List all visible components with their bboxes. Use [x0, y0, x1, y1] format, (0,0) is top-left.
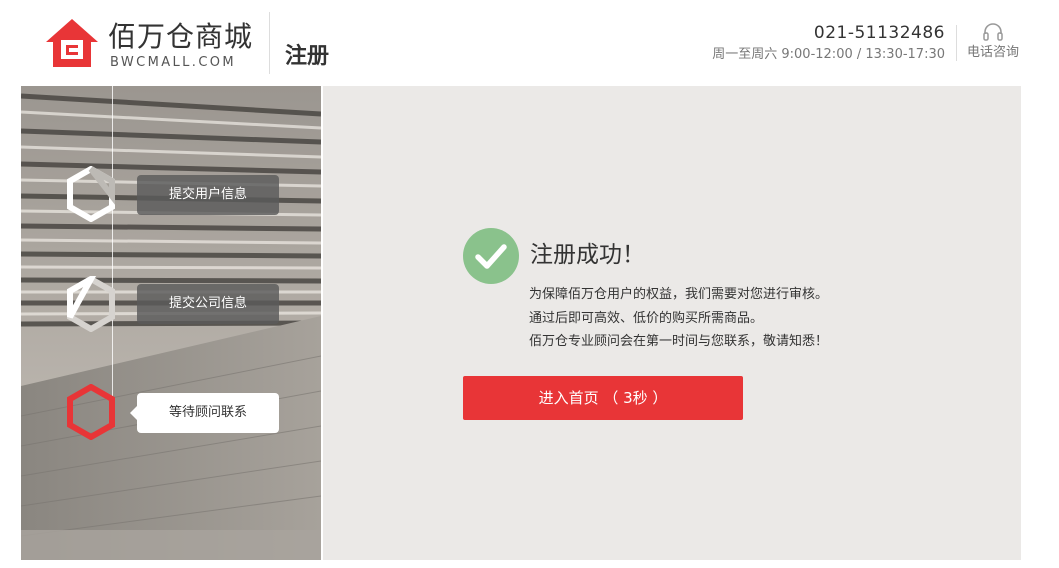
step-submit-user-info: 提交用户信息	[137, 175, 279, 215]
go-home-button[interactable]: 进入首页 （ 3秒 ）	[463, 376, 743, 420]
phone-number: 021-51132486	[813, 23, 945, 43]
phone-consult-link[interactable]: 电话咨询	[962, 22, 1024, 66]
phone-divider	[956, 25, 957, 61]
success-title: 注册成功！	[530, 242, 645, 268]
site-header: 佰万仓商城 BWCMALL.COM 注册 021-51132486 周一至周六 …	[0, 0, 1059, 86]
step-wait-consultant: 等待顾问联系	[130, 393, 279, 433]
brand-domain: BWCMALL.COM	[110, 55, 237, 70]
description-line: 通过后即可高效、低价的购买所需商品。	[529, 311, 764, 326]
headset-icon	[983, 23, 1003, 41]
logo-icon[interactable]	[44, 16, 100, 70]
success-panel: 注册成功！ 为保障佰万仓用户的权益，我们需要对您进行审核。 通过后即可高效、低价…	[323, 86, 1021, 560]
consult-label: 电话咨询	[966, 45, 1019, 60]
description-line: 为保障佰万仓用户的权益，我们需要对您进行审核。	[529, 287, 829, 302]
progress-line	[112, 86, 113, 422]
check-circle-icon	[463, 228, 519, 284]
progress-panel: 提交用户信息 提交公司信息 等待顾问联系	[21, 86, 321, 560]
step-current-icon	[67, 384, 115, 440]
header-divider	[269, 12, 270, 74]
step-submit-company-info: 提交公司信息	[137, 284, 279, 324]
description-line: 佰万仓专业顾问会在第一时间与您联系，敬请知悉！	[529, 334, 829, 349]
step-done-icon	[67, 166, 115, 222]
page-title: 注册	[285, 44, 330, 69]
step-done-icon	[67, 276, 115, 332]
service-hours: 周一至周六 9:00-12:00 / 13:30-17:30	[712, 47, 945, 62]
brand-name[interactable]: 佰万仓商城	[108, 20, 253, 54]
